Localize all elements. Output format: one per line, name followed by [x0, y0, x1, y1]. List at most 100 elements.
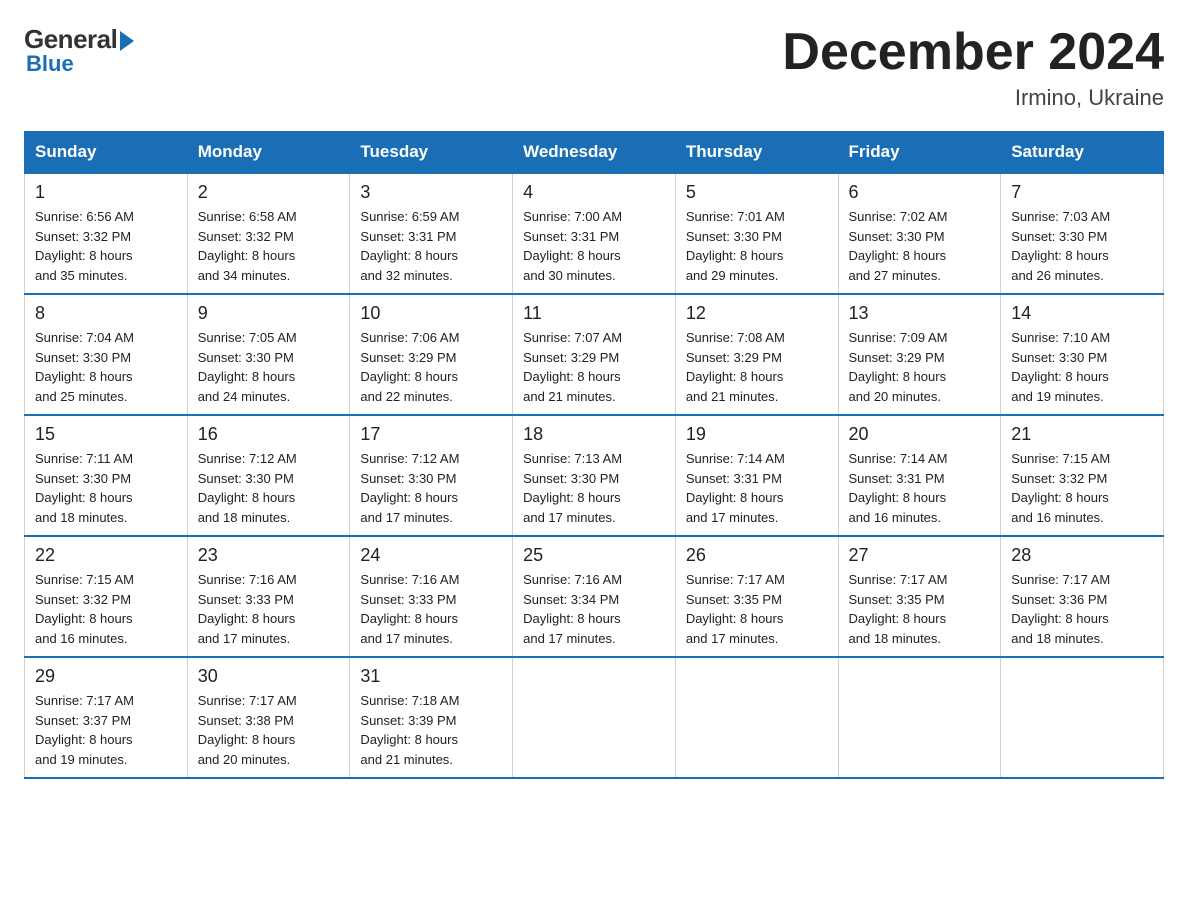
title-block: December 2024 Irmino, Ukraine	[782, 24, 1164, 111]
day-info: Sunrise: 7:07 AMSunset: 3:29 PMDaylight:…	[523, 328, 665, 406]
day-number: 9	[198, 303, 340, 324]
calendar-day-31: 31Sunrise: 7:18 AMSunset: 3:39 PMDayligh…	[350, 657, 513, 778]
day-number: 11	[523, 303, 665, 324]
calendar-day-24: 24 Sunrise: 7:16 AMSunset: 3:33 PMDayligh…	[350, 536, 513, 657]
calendar-day-11: 11 Sunrise: 7:07 AMSunset: 3:29 PMDayligh…	[513, 294, 676, 415]
day-info: Sunrise: 7:17 AMSunset: 3:35 PMDaylight:…	[686, 570, 828, 648]
day-number: 6	[849, 182, 991, 203]
day-number: 12	[686, 303, 828, 324]
day-number: 22	[35, 545, 177, 566]
calendar-day-13: 13 Sunrise: 7:09 AMSunset: 3:29 PMDayligh…	[838, 294, 1001, 415]
day-number: 7	[1011, 182, 1153, 203]
calendar-week-row: 1 Sunrise: 6:56 AMSunset: 3:32 PMDaylight…	[25, 173, 1164, 294]
day-info: Sunrise: 6:59 AMSunset: 3:31 PMDaylight:…	[360, 207, 502, 285]
calendar-day-6: 6Sunrise: 7:02 AMSunset: 3:30 PMDaylight…	[838, 173, 1001, 294]
calendar-header-row: SundayMondayTuesdayWednesdayThursdayFrid…	[25, 132, 1164, 174]
month-year-title: December 2024	[782, 24, 1164, 81]
day-info: Sunrise: 7:00 AMSunset: 3:31 PMDaylight:…	[523, 207, 665, 285]
calendar-day-14: 14Sunrise: 7:10 AMSunset: 3:30 PMDayligh…	[1001, 294, 1164, 415]
calendar-day-4: 4Sunrise: 7:00 AMSunset: 3:31 PMDaylight…	[513, 173, 676, 294]
day-info: Sunrise: 7:14 AMSunset: 3:31 PMDaylight:…	[849, 449, 991, 527]
day-info: Sunrise: 7:17 AMSunset: 3:38 PMDaylight:…	[198, 691, 340, 769]
calendar-day-9: 9 Sunrise: 7:05 AMSunset: 3:30 PMDaylight…	[187, 294, 350, 415]
day-info: Sunrise: 7:17 AMSunset: 3:35 PMDaylight:…	[849, 570, 991, 648]
calendar-week-row: 8Sunrise: 7:04 AMSunset: 3:30 PMDaylight…	[25, 294, 1164, 415]
calendar-day-2: 2Sunrise: 6:58 AMSunset: 3:32 PMDaylight…	[187, 173, 350, 294]
day-info: Sunrise: 7:08 AMSunset: 3:29 PMDaylight:…	[686, 328, 828, 406]
calendar-day-29: 29 Sunrise: 7:17 AMSunset: 3:37 PMDayligh…	[25, 657, 188, 778]
calendar-day-20: 20Sunrise: 7:14 AMSunset: 3:31 PMDayligh…	[838, 415, 1001, 536]
calendar-day-30: 30 Sunrise: 7:17 AMSunset: 3:38 PMDayligh…	[187, 657, 350, 778]
day-number: 31	[360, 666, 502, 687]
day-info: Sunrise: 7:09 AMSunset: 3:29 PMDaylight:…	[849, 328, 991, 406]
calendar-week-row: 29 Sunrise: 7:17 AMSunset: 3:37 PMDayligh…	[25, 657, 1164, 778]
day-info: Sunrise: 7:16 AMSunset: 3:34 PMDaylight:…	[523, 570, 665, 648]
header-thursday: Thursday	[675, 132, 838, 174]
day-number: 10	[360, 303, 502, 324]
empty-day	[838, 657, 1001, 778]
calendar-day-22: 22 Sunrise: 7:15 AMSunset: 3:32 PMDayligh…	[25, 536, 188, 657]
day-info: Sunrise: 7:15 AMSunset: 3:32 PMDaylight:…	[1011, 449, 1153, 527]
empty-day	[513, 657, 676, 778]
day-info: Sunrise: 7:16 AMSunset: 3:33 PMDaylight:…	[360, 570, 502, 648]
header-friday: Friday	[838, 132, 1001, 174]
day-info: Sunrise: 7:17 AMSunset: 3:36 PMDaylight:…	[1011, 570, 1153, 648]
calendar-day-26: 26 Sunrise: 7:17 AMSunset: 3:35 PMDayligh…	[675, 536, 838, 657]
day-number: 13	[849, 303, 991, 324]
calendar-day-7: 7 Sunrise: 7:03 AMSunset: 3:30 PMDaylight…	[1001, 173, 1164, 294]
day-info: Sunrise: 7:11 AMSunset: 3:30 PMDaylight:…	[35, 449, 177, 527]
day-info: Sunrise: 6:56 AMSunset: 3:32 PMDaylight:…	[35, 207, 177, 285]
calendar-week-row: 22 Sunrise: 7:15 AMSunset: 3:32 PMDayligh…	[25, 536, 1164, 657]
day-info: Sunrise: 7:14 AMSunset: 3:31 PMDaylight:…	[686, 449, 828, 527]
logo: General Blue	[24, 24, 134, 77]
day-number: 30	[198, 666, 340, 687]
calendar-day-1: 1 Sunrise: 6:56 AMSunset: 3:32 PMDaylight…	[25, 173, 188, 294]
day-number: 29	[35, 666, 177, 687]
day-info: Sunrise: 7:17 AMSunset: 3:37 PMDaylight:…	[35, 691, 177, 769]
calendar-day-15: 15Sunrise: 7:11 AMSunset: 3:30 PMDayligh…	[25, 415, 188, 536]
calendar-day-17: 17 Sunrise: 7:12 AMSunset: 3:30 PMDayligh…	[350, 415, 513, 536]
calendar-day-10: 10 Sunrise: 7:06 AMSunset: 3:29 PMDayligh…	[350, 294, 513, 415]
calendar-day-12: 12 Sunrise: 7:08 AMSunset: 3:29 PMDayligh…	[675, 294, 838, 415]
calendar-table: SundayMondayTuesdayWednesdayThursdayFrid…	[24, 131, 1164, 779]
day-number: 25	[523, 545, 665, 566]
day-number: 17	[360, 424, 502, 445]
day-number: 1	[35, 182, 177, 203]
day-info: Sunrise: 7:12 AMSunset: 3:30 PMDaylight:…	[198, 449, 340, 527]
day-number: 26	[686, 545, 828, 566]
calendar-day-5: 5Sunrise: 7:01 AMSunset: 3:30 PMDaylight…	[675, 173, 838, 294]
day-number: 19	[686, 424, 828, 445]
day-number: 21	[1011, 424, 1153, 445]
header-wednesday: Wednesday	[513, 132, 676, 174]
calendar-day-27: 27Sunrise: 7:17 AMSunset: 3:35 PMDayligh…	[838, 536, 1001, 657]
day-info: Sunrise: 7:13 AMSunset: 3:30 PMDaylight:…	[523, 449, 665, 527]
day-number: 3	[360, 182, 502, 203]
logo-arrow-icon	[120, 31, 134, 51]
day-number: 5	[686, 182, 828, 203]
calendar-day-21: 21 Sunrise: 7:15 AMSunset: 3:32 PMDayligh…	[1001, 415, 1164, 536]
day-info: Sunrise: 7:06 AMSunset: 3:29 PMDaylight:…	[360, 328, 502, 406]
empty-day	[675, 657, 838, 778]
day-number: 16	[198, 424, 340, 445]
day-info: Sunrise: 7:10 AMSunset: 3:30 PMDaylight:…	[1011, 328, 1153, 406]
header-tuesday: Tuesday	[350, 132, 513, 174]
calendar-day-25: 25 Sunrise: 7:16 AMSunset: 3:34 PMDayligh…	[513, 536, 676, 657]
day-info: Sunrise: 7:05 AMSunset: 3:30 PMDaylight:…	[198, 328, 340, 406]
day-number: 18	[523, 424, 665, 445]
location-label: Irmino, Ukraine	[782, 85, 1164, 111]
page-header: General Blue December 2024 Irmino, Ukrai…	[24, 24, 1164, 111]
calendar-day-8: 8Sunrise: 7:04 AMSunset: 3:30 PMDaylight…	[25, 294, 188, 415]
calendar-day-28: 28Sunrise: 7:17 AMSunset: 3:36 PMDayligh…	[1001, 536, 1164, 657]
calendar-day-3: 3 Sunrise: 6:59 AMSunset: 3:31 PMDaylight…	[350, 173, 513, 294]
day-info: Sunrise: 7:03 AMSunset: 3:30 PMDaylight:…	[1011, 207, 1153, 285]
day-info: Sunrise: 7:15 AMSunset: 3:32 PMDaylight:…	[35, 570, 177, 648]
calendar-day-19: 19 Sunrise: 7:14 AMSunset: 3:31 PMDayligh…	[675, 415, 838, 536]
calendar-day-23: 23Sunrise: 7:16 AMSunset: 3:33 PMDayligh…	[187, 536, 350, 657]
day-info: Sunrise: 7:12 AMSunset: 3:30 PMDaylight:…	[360, 449, 502, 527]
calendar-week-row: 15Sunrise: 7:11 AMSunset: 3:30 PMDayligh…	[25, 415, 1164, 536]
day-number: 23	[198, 545, 340, 566]
header-monday: Monday	[187, 132, 350, 174]
logo-blue-text: Blue	[26, 51, 74, 77]
day-info: Sunrise: 7:04 AMSunset: 3:30 PMDaylight:…	[35, 328, 177, 406]
day-number: 24	[360, 545, 502, 566]
